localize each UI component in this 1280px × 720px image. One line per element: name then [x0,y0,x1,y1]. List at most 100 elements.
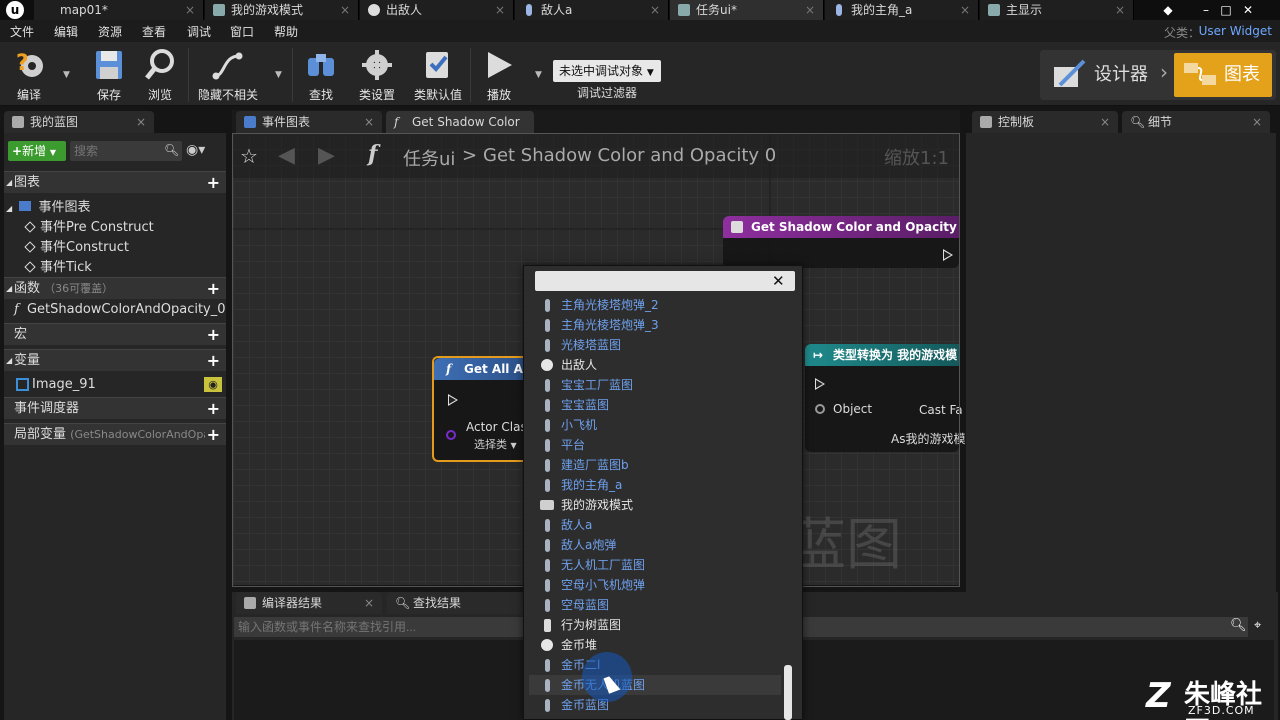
tab-enemy-a[interactable]: 敌人a × [515,0,669,20]
close-icon[interactable]: × [1115,0,1125,20]
menu-asset[interactable]: 资源 [98,23,122,40]
clear-search-icon[interactable]: ✕ [772,271,785,291]
close-icon[interactable]: × [185,0,195,20]
minimize-icon[interactable]: – [1196,0,1216,20]
favorite-star-icon[interactable]: ☆ [240,144,258,168]
menu-help[interactable]: 帮助 [274,23,298,40]
close-icon[interactable]: × [364,592,374,614]
menu-view[interactable]: 查看 [142,23,166,40]
section-functions[interactable]: ◢ 函数 （36可覆盖） + [4,277,226,299]
editor-icon[interactable]: ◆ [1158,0,1178,20]
tree-event-tick[interactable]: 事件Tick [24,256,92,275]
class-list-item[interactable]: 敌人a [529,515,781,535]
tree-function-item[interactable]: f GetShadowColorAndOpacity_0 [14,302,226,317]
menu-edit[interactable]: 编辑 [54,23,78,40]
designer-mode-button[interactable]: 设计器 [1046,53,1166,97]
close-icon[interactable]: × [805,0,815,20]
class-picker-search-input[interactable] [535,271,795,291]
play-button[interactable]: 播放 [476,46,522,104]
class-settings-button[interactable]: 类设置 [354,46,400,104]
add-graph-icon[interactable]: + [207,172,220,194]
tree-event-construct[interactable]: 事件Construct [24,236,129,255]
hide-unrelated-button[interactable]: 隐藏不相关 [194,46,262,104]
find-button[interactable]: 查找 [299,46,343,104]
play-dropdown-icon[interactable]: ▼ [535,70,542,80]
function-entry-node[interactable]: Get Shadow Color and Opacity 0 [723,216,959,268]
tree-event-pre-construct[interactable]: 事件Pre Construct [24,216,154,235]
add-variable-icon[interactable]: + [207,350,220,372]
window-close-icon[interactable]: ✕ [1238,0,1258,20]
graph-mode-button[interactable]: 图表 [1174,53,1272,97]
compile-dropdown-icon[interactable]: ▼ [63,70,70,80]
class-list-item[interactable]: 主角光棱塔炮弹_2 [529,295,781,315]
add-new-button[interactable]: +新增 ▼ [8,141,66,161]
class-list-item[interactable]: 金币无人机蓝图 [529,675,781,695]
tab-game-mode[interactable]: 我的游戏模式 × [205,0,359,20]
debug-object-select[interactable]: 未选中调试对象 ▼ [553,60,661,82]
add-macro-icon[interactable]: + [207,324,220,346]
view-options-eye-icon[interactable]: ◉▾ [186,142,205,158]
menu-file[interactable]: 文件 [10,23,34,40]
picker-scrollbar[interactable] [784,665,792,720]
class-list-item[interactable]: 无人机工厂蓝图 [529,555,781,575]
class-list-item[interactable]: 光棱塔蓝图 [529,335,781,355]
class-list-item[interactable]: 我的游戏模式 [529,495,781,515]
search-icon[interactable]: 🔍︎ [1230,618,1247,633]
tree-variable-image91[interactable]: Image_91 ◉ [4,374,226,396]
class-list-item[interactable]: 敌人a炮弹 [529,535,781,555]
class-list-item[interactable]: 平台 [529,435,781,455]
class-list-item[interactable]: 行为树蓝图 [529,615,781,635]
close-icon[interactable]: × [960,0,970,20]
tab-details[interactable]: 🔍︎ 细节 × [1122,111,1270,133]
add-local-variable-icon[interactable]: + [204,424,220,445]
add-dispatcher-icon[interactable]: + [207,398,220,420]
object-input-pin[interactable] [815,404,825,414]
tab-function-graph[interactable]: f Get Shadow Color [386,111,534,133]
tab-spawn-enemy[interactable]: 出敌人 × [360,0,514,20]
close-icon[interactable]: × [650,0,660,20]
compile-button[interactable]: ? 编译 [6,46,52,104]
tab-my-blueprint[interactable]: 我的蓝图 × [4,111,154,133]
tree-event-graph[interactable]: ◢ 事件图表 [6,196,90,215]
class-list-item[interactable]: 金币二l [529,655,781,675]
class-list-item[interactable]: 我的主角_a [529,475,781,495]
tab-compiler-results[interactable]: 编译器结果 × [236,592,382,614]
menu-debug[interactable]: 调试 [187,23,211,40]
get-all-actors-node[interactable]: f Get All Act Actor Clas 选择类 ▼ [432,356,532,462]
section-graphs[interactable]: ◢ 图表 + [4,171,226,193]
close-icon[interactable]: × [136,111,146,133]
tab-mission-ui[interactable]: 任务ui* × [670,0,824,20]
visibility-eye-icon[interactable]: ◉ [204,377,222,392]
close-icon[interactable]: × [1100,111,1110,133]
section-macros[interactable]: 宏 + [4,323,226,345]
cast-to-node[interactable]: ↦ 类型转换为 我的游戏模 Object Cast Fa As我的游戏模 [805,344,965,452]
menu-window[interactable]: 窗口 [230,23,254,40]
section-variables[interactable]: ◢ 变量 + [4,349,226,371]
close-icon[interactable]: × [495,0,505,20]
forward-arrow-icon[interactable]: ▶ [318,143,335,168]
add-function-icon[interactable]: + [207,278,220,300]
tab-map01[interactable]: map01* × [34,0,204,20]
section-event-dispatchers[interactable]: 事件调度器 + [4,397,226,419]
hide-unrelated-dropdown-icon[interactable]: ▼ [275,70,282,80]
class-list-item[interactable]: 金币蓝图 [529,695,781,715]
class-list-item[interactable]: 建造厂蓝图b [529,455,781,475]
tab-find-results[interactable]: 🔍︎ 查找结果 [387,592,523,614]
parent-class-link[interactable]: User Widget [1199,24,1272,38]
class-list-item[interactable]: 金币堆 [529,635,781,655]
tab-event-graph[interactable]: 事件图表 × [236,111,382,133]
class-defaults-button[interactable]: 类默认值 [410,46,466,104]
breadcrumb-parent[interactable]: 任务ui [403,145,455,171]
close-icon[interactable]: × [1252,111,1262,133]
binoculars-icon[interactable]: ⌖ [1254,618,1261,633]
browse-button[interactable]: 浏览 [138,46,182,104]
exec-input-pin[interactable] [815,378,825,390]
section-local-variables[interactable]: 局部变量 (GetShadowColorAndOpaci + [4,423,226,445]
class-list-item[interactable]: 空母小飞机炮弹 [529,575,781,595]
maximize-icon[interactable]: □ [1216,0,1236,20]
class-list-item[interactable]: 主角光棱塔炮弹_3 [529,315,781,335]
class-input-pin[interactable] [446,430,456,440]
class-list-item[interactable]: 空母蓝图 [529,595,781,615]
exec-input-pin[interactable] [448,394,458,406]
exec-output-pin[interactable] [943,249,953,261]
